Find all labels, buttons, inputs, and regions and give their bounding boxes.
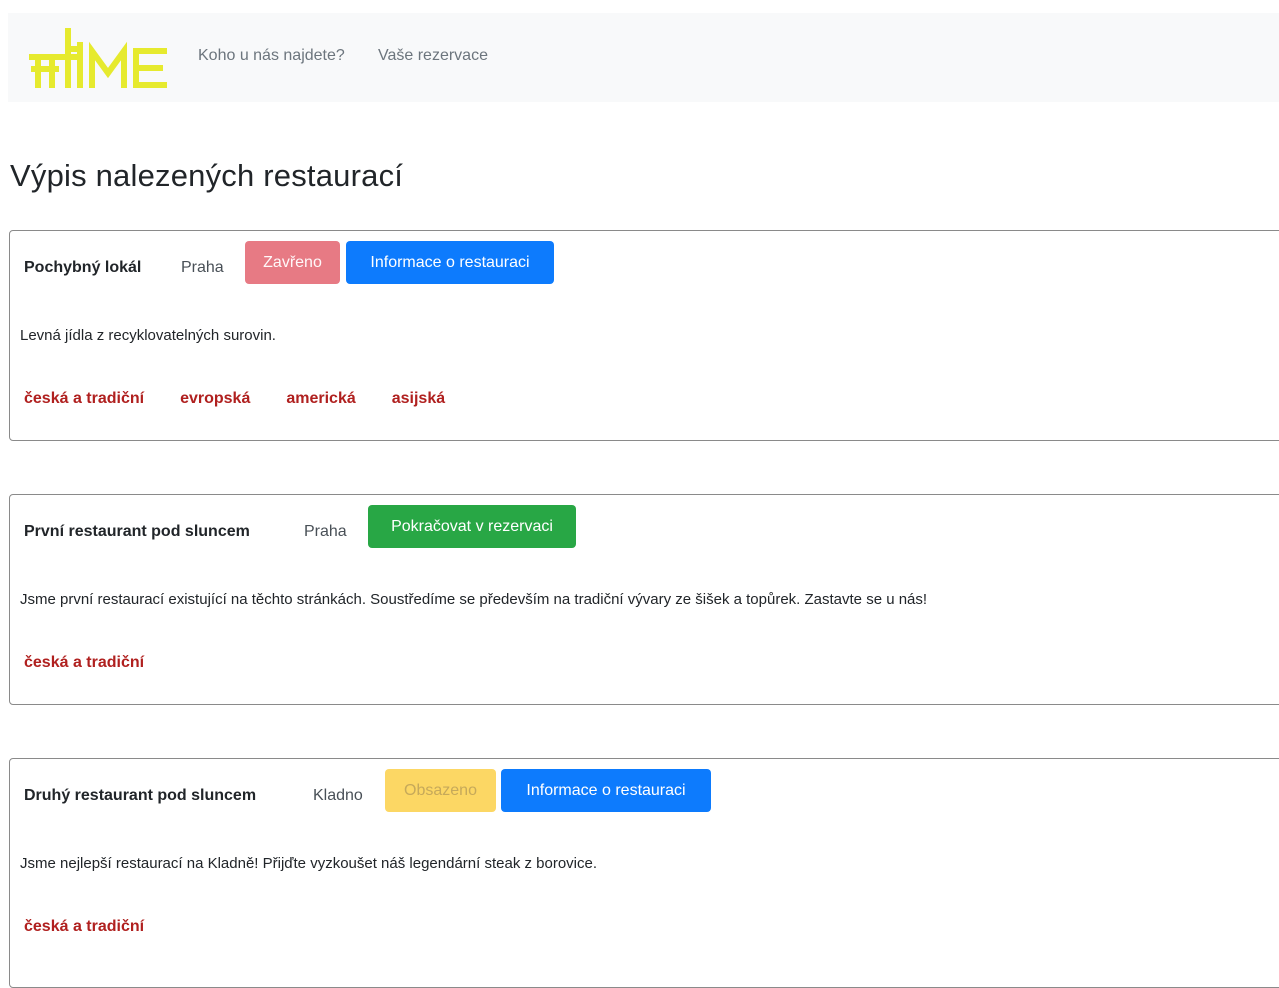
- restaurant-name: První restaurant pod sluncem: [24, 523, 250, 540]
- restaurant-name: Pochybný lokál: [24, 259, 142, 276]
- restaurant-info-button[interactable]: Informace o restauraci: [501, 769, 711, 812]
- closed-button[interactable]: Zavřeno: [245, 241, 340, 284]
- tag-asian[interactable]: asijská: [392, 390, 445, 408]
- restaurant-description: Levná jídla z recyklovatelných surovin.: [20, 327, 276, 344]
- restaurant-card: Druhý restaurant pod sluncem Kladno Obsa…: [9, 758, 1279, 988]
- navbar: Koho u nás najdete? Vaše rezervace: [8, 13, 1279, 102]
- cuisine-tags: česká a tradiční evropská americká asijs…: [24, 390, 481, 408]
- cuisine-tags: česká a tradiční: [24, 654, 180, 672]
- restaurant-description: Jsme první restaurací existující na těch…: [20, 591, 928, 608]
- tag-european[interactable]: evropská: [180, 390, 250, 408]
- restaurant-city: Kladno: [313, 787, 363, 804]
- restaurant-city: Praha: [181, 259, 224, 276]
- page-title: Výpis nalezených restaurací: [10, 158, 404, 193]
- continue-reservation-button[interactable]: Pokračovat v rezervaci: [368, 505, 576, 548]
- tag-american[interactable]: americká: [286, 390, 355, 408]
- home-logo[interactable]: [28, 27, 170, 89]
- restaurant-name: Druhý restaurant pod sluncem: [24, 787, 257, 804]
- cuisine-tags: česká a tradiční: [24, 918, 180, 936]
- restaurant-description: Jsme nejlepší restaurací na Kladně! Přij…: [20, 855, 598, 872]
- restaurant-card: První restaurant pod sluncem Praha Pokra…: [9, 494, 1279, 705]
- tag-czech-traditional[interactable]: česká a tradiční: [24, 390, 144, 408]
- tag-czech-traditional[interactable]: česká a tradiční: [24, 918, 144, 936]
- nav-link-your-reservations[interactable]: Vaše rezervace: [378, 47, 488, 65]
- table-chair-logo-icon: [29, 28, 167, 88]
- restaurant-info-button[interactable]: Informace o restauraci: [346, 241, 554, 284]
- occupied-button[interactable]: Obsazeno: [385, 769, 496, 812]
- tag-czech-traditional[interactable]: česká a tradiční: [24, 654, 144, 672]
- nav-link-who-we-host[interactable]: Koho u nás najdete?: [198, 47, 345, 65]
- restaurant-card: Pochybný lokál Praha Zavřeno Informace o…: [9, 230, 1279, 441]
- restaurant-city: Praha: [304, 523, 347, 540]
